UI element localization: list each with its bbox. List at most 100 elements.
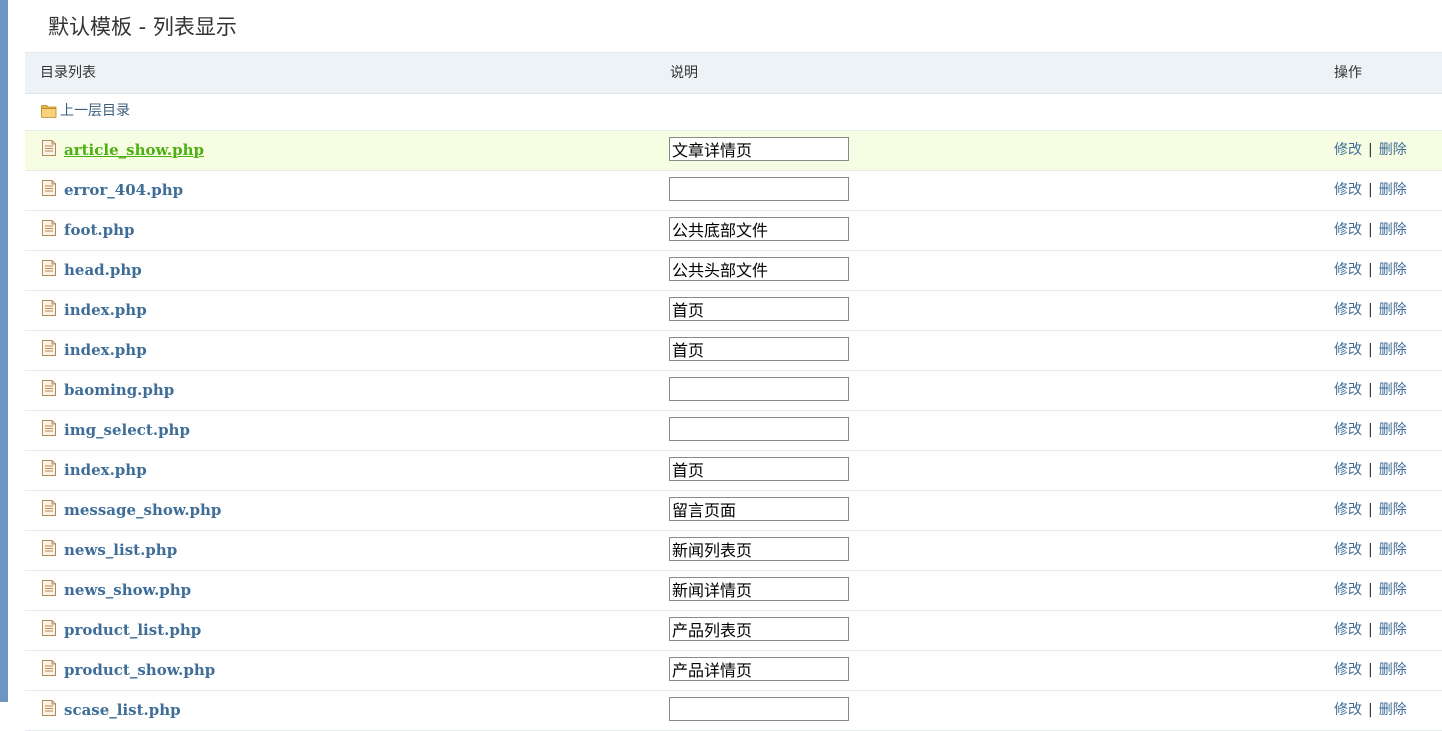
header-op: 操作 — [1334, 65, 1362, 81]
folder-icon — [41, 104, 57, 118]
delete-link[interactable]: 删除 — [1379, 182, 1407, 198]
row-ops: 修改 | 删除 — [1334, 341, 1407, 359]
delete-link[interactable]: 删除 — [1379, 622, 1407, 638]
row-ops: 修改 | 删除 — [1334, 221, 1407, 239]
file-icon — [42, 500, 56, 516]
table-row: product_list.php 修改 | 删除 — [25, 611, 1442, 651]
edit-link[interactable]: 修改 — [1334, 382, 1362, 398]
delete-link[interactable]: 删除 — [1379, 542, 1407, 558]
file-link[interactable]: img_select.php — [64, 421, 190, 439]
file-link[interactable]: news_show.php — [64, 581, 191, 599]
desc-input[interactable] — [669, 417, 849, 441]
file-link[interactable]: message_show.php — [64, 501, 221, 519]
edit-link[interactable]: 修改 — [1334, 462, 1362, 478]
file-icon — [42, 540, 56, 556]
edit-link[interactable]: 修改 — [1334, 622, 1362, 638]
file-link[interactable]: news_list.php — [64, 541, 177, 559]
row-ops: 修改 | 删除 — [1334, 181, 1407, 199]
delete-link[interactable]: 删除 — [1379, 382, 1407, 398]
file-link[interactable]: foot.php — [64, 221, 135, 239]
row-ops: 修改 | 删除 — [1334, 421, 1407, 439]
ops-separator: | — [1368, 342, 1373, 358]
edit-link[interactable]: 修改 — [1334, 422, 1362, 438]
table-row: scase_list.php 修改 | 删除 — [25, 691, 1442, 731]
row-ops: 修改 | 删除 — [1334, 501, 1407, 519]
file-icon — [42, 340, 56, 356]
table-row: index.php 修改 | 删除 — [25, 331, 1442, 371]
file-link[interactable]: article_show.php — [64, 141, 204, 159]
header-desc: 说明 — [670, 65, 698, 81]
edit-link[interactable]: 修改 — [1334, 222, 1362, 238]
edit-link[interactable]: 修改 — [1334, 262, 1362, 278]
up-dir-row: 上一层目录 — [25, 94, 1442, 131]
left-gap — [8, 0, 11, 702]
file-icon — [42, 220, 56, 236]
desc-input[interactable] — [669, 457, 849, 481]
file-table: 目录列表 说明 操作 上一层目录 article_show.php 修改 | 删除 — [25, 52, 1442, 731]
table-row: index.php 修改 | 删除 — [25, 451, 1442, 491]
ops-separator: | — [1368, 662, 1373, 678]
desc-input[interactable] — [669, 617, 849, 641]
file-link[interactable]: error_404.php — [64, 181, 183, 199]
row-ops: 修改 | 删除 — [1334, 701, 1407, 719]
row-ops: 修改 | 删除 — [1334, 581, 1407, 599]
desc-input[interactable] — [669, 257, 849, 281]
file-link[interactable]: baoming.php — [64, 381, 174, 399]
edit-link[interactable]: 修改 — [1334, 502, 1362, 518]
delete-link[interactable]: 删除 — [1379, 342, 1407, 358]
ops-separator: | — [1368, 702, 1373, 718]
edit-link[interactable]: 修改 — [1334, 582, 1362, 598]
desc-input[interactable] — [669, 177, 849, 201]
delete-link[interactable]: 删除 — [1379, 422, 1407, 438]
delete-link[interactable]: 删除 — [1379, 262, 1407, 278]
row-ops: 修改 | 删除 — [1334, 661, 1407, 679]
file-link[interactable]: scase_list.php — [64, 701, 181, 719]
desc-input[interactable] — [669, 377, 849, 401]
row-ops: 修改 | 删除 — [1334, 301, 1407, 319]
edit-link[interactable]: 修改 — [1334, 182, 1362, 198]
file-link[interactable]: head.php — [64, 261, 142, 279]
desc-input[interactable] — [669, 657, 849, 681]
table-row: product_show.php 修改 | 删除 — [25, 651, 1442, 691]
table-row: error_404.php 修改 | 删除 — [25, 171, 1442, 211]
edit-link[interactable]: 修改 — [1334, 662, 1362, 678]
delete-link[interactable]: 删除 — [1379, 142, 1407, 158]
edit-link[interactable]: 修改 — [1334, 142, 1362, 158]
file-link[interactable]: product_show.php — [64, 661, 215, 679]
desc-input[interactable] — [669, 297, 849, 321]
edit-link[interactable]: 修改 — [1334, 342, 1362, 358]
file-icon — [42, 420, 56, 436]
file-link[interactable]: index.php — [64, 341, 147, 359]
page-title: 默认模板 - 列表显示 — [48, 15, 237, 39]
delete-link[interactable]: 删除 — [1379, 222, 1407, 238]
delete-link[interactable]: 删除 — [1379, 462, 1407, 478]
delete-link[interactable]: 删除 — [1379, 662, 1407, 678]
desc-input[interactable] — [669, 497, 849, 521]
delete-link[interactable]: 删除 — [1379, 302, 1407, 318]
file-icon — [42, 180, 56, 196]
delete-link[interactable]: 删除 — [1379, 502, 1407, 518]
ops-separator: | — [1368, 462, 1373, 478]
delete-link[interactable]: 删除 — [1379, 582, 1407, 598]
desc-input[interactable] — [669, 537, 849, 561]
desc-input[interactable] — [669, 577, 849, 601]
edit-link[interactable]: 修改 — [1334, 302, 1362, 318]
table-row: news_list.php 修改 | 删除 — [25, 531, 1442, 571]
desc-input[interactable] — [669, 697, 849, 721]
file-link[interactable]: index.php — [64, 461, 147, 479]
desc-input[interactable] — [669, 137, 849, 161]
edit-link[interactable]: 修改 — [1334, 702, 1362, 718]
file-link[interactable]: product_list.php — [64, 621, 201, 639]
delete-link[interactable]: 删除 — [1379, 702, 1407, 718]
desc-input[interactable] — [669, 217, 849, 241]
ops-separator: | — [1368, 422, 1373, 438]
ops-separator: | — [1368, 222, 1373, 238]
ops-separator: | — [1368, 622, 1373, 638]
desc-input[interactable] — [669, 337, 849, 361]
edit-link[interactable]: 修改 — [1334, 542, 1362, 558]
file-link[interactable]: index.php — [64, 301, 147, 319]
up-dir-link[interactable]: 上一层目录 — [41, 102, 130, 120]
ops-separator: | — [1368, 302, 1373, 318]
table-row: foot.php 修改 | 删除 — [25, 211, 1442, 251]
table-row: index.php 修改 | 删除 — [25, 291, 1442, 331]
